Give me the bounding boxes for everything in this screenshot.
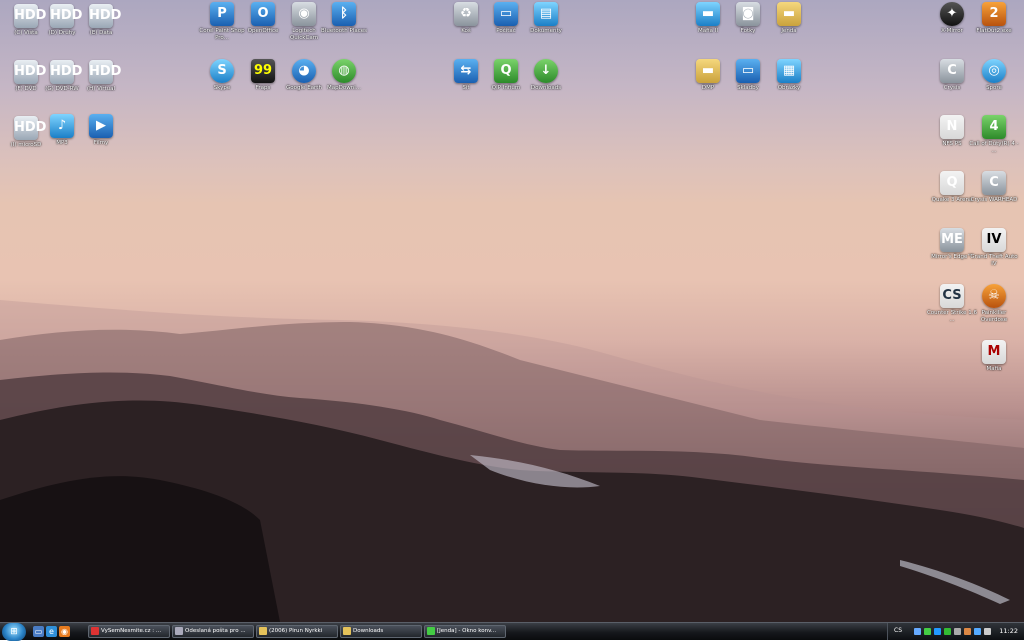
gta-iv-shortcut[interactable]: IV Grand Theft Auto IV <box>968 228 1020 284</box>
tray-qip-icon[interactable] <box>944 628 951 635</box>
windows-logo-icon: ⊞ <box>10 627 18 637</box>
sd-card-icon: HDD <box>14 116 46 140</box>
show-desktop-icon[interactable]: ▭ <box>33 626 44 637</box>
tray-volume-icon[interactable] <box>954 628 961 635</box>
recycle-bin-icon: ♻ <box>454 2 478 26</box>
globe-icon: ◍ <box>332 59 356 83</box>
hard-drive-icon: HDD <box>50 4 82 28</box>
task-downloads[interactable]: Downloads <box>340 625 422 638</box>
browser-icon <box>91 627 99 635</box>
mail-icon <box>175 627 183 635</box>
bluetooth-icon: ᛒ <box>332 2 356 26</box>
painkiller-icon: ☠ <box>982 284 1006 308</box>
camera-icon: ◙ <box>736 2 760 26</box>
tray-speaker-icon[interactable] <box>984 628 991 635</box>
dvd-drive-icon: HDD <box>50 60 82 84</box>
flatout-icon: 2 <box>982 2 1006 26</box>
crysis-warhead-shortcut[interactable]: C Crysis WARHEAD <box>968 171 1020 227</box>
corel-icon: P <box>210 2 234 26</box>
jenda-folder[interactable]: ▬ Jenda <box>763 2 815 58</box>
mapdownloader-shortcut[interactable]: ◍ MapDownl... <box>318 59 370 115</box>
openoffice-icon: O <box>251 2 275 26</box>
drive-e-shortcut[interactable]: HDD (E) Data <box>75 4 127 60</box>
computer-icon: ▭ <box>494 2 518 26</box>
call-of-duty-4-shortcut[interactable]: 4 Call of Duty(R) 4 - ... <box>968 115 1020 171</box>
dvd-drive-icon: HDD <box>89 60 121 84</box>
spore-shortcut[interactable]: ◎ Spore <box>968 59 1020 115</box>
downloads-shortcut[interactable]: ↓ Downloads <box>520 59 572 115</box>
fraps-icon: 99 <box>251 59 275 83</box>
spore-icon: ◎ <box>982 59 1006 83</box>
tray-arrow-icon[interactable] <box>914 628 921 635</box>
folder-icon <box>343 627 351 635</box>
firefox-icon[interactable]: ◉ <box>59 626 70 637</box>
crysis-icon: C <box>940 59 964 83</box>
mafia-icon: M <box>982 340 1006 364</box>
crysis-icon: C <box>982 171 1006 195</box>
mirrors-edge-icon: ME <box>940 228 964 252</box>
system-tray: CS 11:22 <box>887 623 1024 640</box>
folder-icon: ▬ <box>777 2 801 26</box>
hard-drive-icon: HDD <box>14 4 46 28</box>
filmy-shortcut[interactable]: ▶ Filmy <box>75 114 127 170</box>
drive-h-shortcut[interactable]: HDD (H) Virtual <box>75 60 127 116</box>
downloads-icon: ↓ <box>534 59 558 83</box>
bluetooth-places-shortcut[interactable]: ᛒ Bluetooth Places <box>318 2 370 58</box>
flatout2-shortcut[interactable]: 2 FlatOut2.exe <box>968 2 1020 58</box>
internet-explorer-icon[interactable]: e <box>46 626 57 637</box>
skype-icon: S <box>210 59 234 83</box>
task-vysemnesmite[interactable]: VySemNesmite.cz : ... <box>88 625 170 638</box>
tray-update-icon[interactable] <box>974 628 981 635</box>
qip-icon: Q <box>494 59 518 83</box>
documents-icon: ▤ <box>534 2 558 26</box>
webcam-icon: ◉ <box>292 2 316 26</box>
chat-icon <box>427 627 435 635</box>
obrazky-shortcut[interactable]: ▦ Obrázky <box>763 59 815 115</box>
tray-app-icon[interactable] <box>964 628 971 635</box>
game-icon: ✦ <box>940 2 964 26</box>
google-earth-icon: ◕ <box>292 59 316 83</box>
taskbar: ⊞ ▭ e ◉ VySemNesmite.cz : ... Odeslaná p… <box>0 622 1024 641</box>
film-icon: ▶ <box>89 114 113 138</box>
nfs-icon: N <box>940 115 964 139</box>
folder-icon: ▬ <box>696 59 720 83</box>
folder-icon: ▬ <box>696 2 720 26</box>
start-button[interactable]: ⊞ <box>2 623 26 641</box>
folder-icon <box>259 627 267 635</box>
monitor-icon: ▭ <box>736 59 760 83</box>
dvd-drive-icon: HDD <box>14 60 46 84</box>
hard-drive-icon: HDD <box>89 4 121 28</box>
music-icon: ♪ <box>50 114 74 138</box>
language-indicator[interactable]: CS <box>894 627 902 634</box>
tray-bluetooth-icon[interactable] <box>934 628 941 635</box>
network-icon: ⇆ <box>454 59 478 83</box>
gta-icon: IV <box>982 228 1006 252</box>
pictures-icon: ▦ <box>777 59 801 83</box>
counter-strike-icon: CS <box>940 284 964 308</box>
quake-icon: Q <box>940 171 964 195</box>
desktop[interactable]: HDD (C) Vista HDD (D) Druhy HDD (E) Data HD… <box>0 0 1024 622</box>
cod4-icon: 4 <box>982 115 1006 139</box>
documents-shortcut[interactable]: ▤ Dokumenty <box>520 2 572 58</box>
mafia-shortcut[interactable]: M Mafia <box>968 340 1020 396</box>
task-pirun-nyrkki[interactable]: (2006) Pirun Nyrkki <box>256 625 338 638</box>
task-odeslana-posta[interactable]: Odeslaná pošta pro ... <box>172 625 254 638</box>
tray-network-icon[interactable] <box>924 628 931 635</box>
clock[interactable]: 11:22 <box>999 627 1018 635</box>
painkiller-shortcut[interactable]: ☠ Painkiller Overdose <box>968 284 1020 340</box>
task-jenda-chat[interactable]: [Jenda] - Okno konv... <box>424 625 506 638</box>
